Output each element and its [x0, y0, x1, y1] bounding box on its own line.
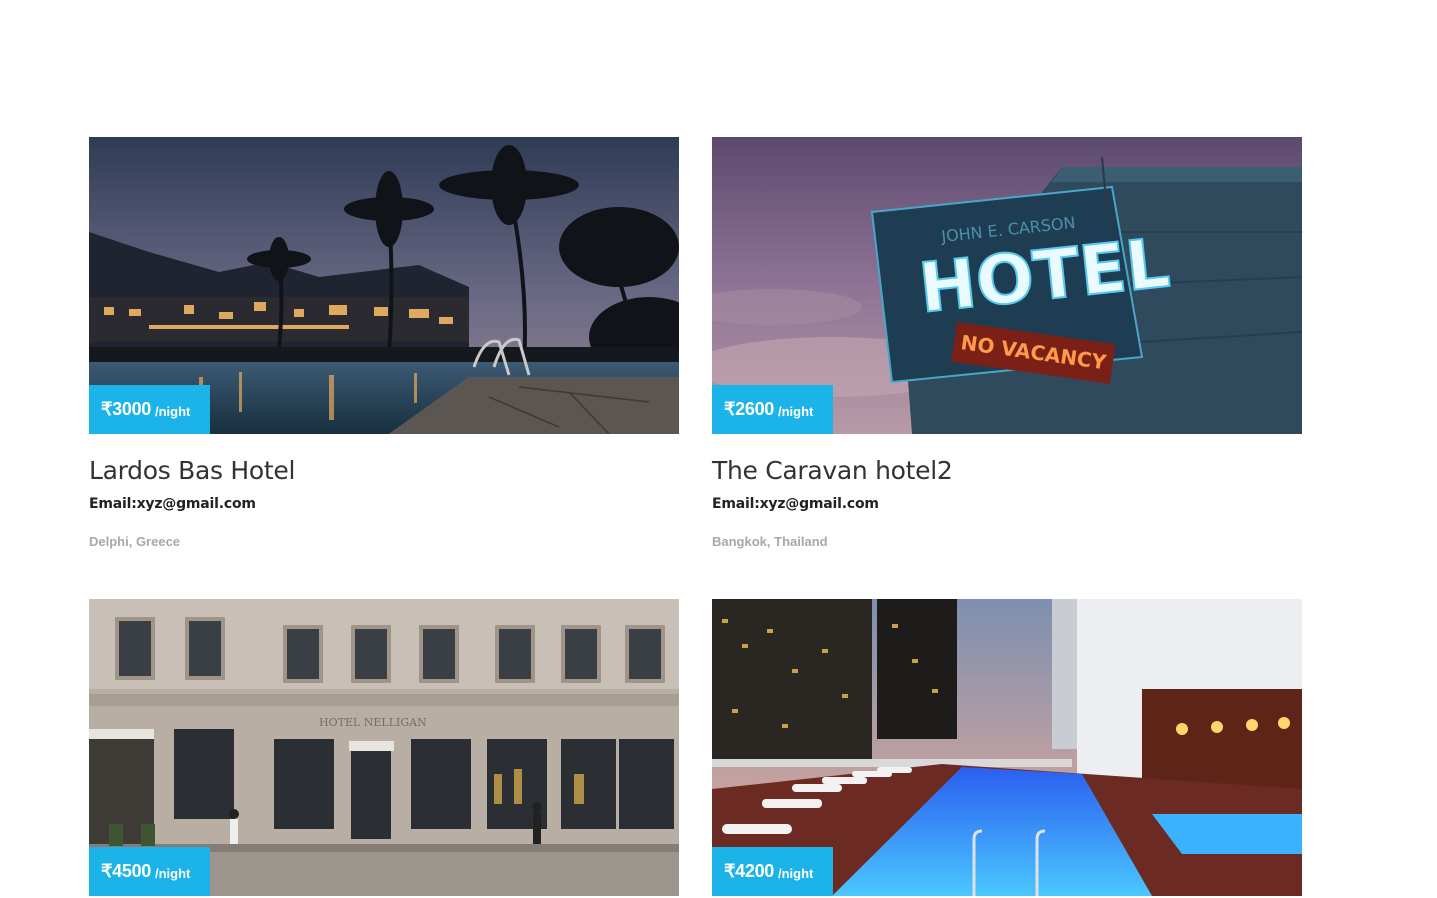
hotel-photo[interactable]: HOTEL NELLIGAN ₹4500 /night [89, 599, 679, 896]
hotel-card[interactable]: ₹3000 /night Lardos Bas Hotel Email:xyz@… [89, 137, 679, 599]
hotel-grid: ₹3000 /night Lardos Bas Hotel Email:xyz@… [89, 137, 1302, 896]
hotel-card[interactable]: HOTEL NELLIGAN ₹4500 /night [89, 599, 679, 896]
hotel-location: Bangkok, Thailand [712, 534, 828, 549]
hotel-name[interactable]: Lardos Bas Hotel [89, 456, 679, 485]
price-badge: ₹3000 /night [89, 385, 210, 434]
hotel-email: Email:xyz@gmail.com [712, 496, 879, 512]
hotel-email: Email:xyz@gmail.com [89, 496, 256, 512]
hotel-card[interactable]: ₹4200 /night [712, 599, 1302, 896]
price-unit: /night [778, 403, 814, 419]
price-amount: ₹2600 [724, 399, 774, 419]
price-unit: /night [155, 403, 191, 419]
hotel-name[interactable]: The Caravan hotel2 [712, 456, 1302, 485]
price-unit: /night [778, 865, 814, 881]
price-badge: ₹4500 /night [89, 847, 210, 896]
hotel-photo[interactable]: ₹3000 /night [89, 137, 679, 434]
price-badge: ₹2600 /night [712, 385, 833, 434]
facade-sign-text: HOTEL NELLIGAN [319, 716, 427, 729]
hotel-photo[interactable]: JOHN E. CARSON HOTEL NO VACANCY ₹2600 /n… [712, 137, 1302, 434]
price-amount: ₹3000 [101, 399, 151, 419]
price-amount: ₹4500 [101, 861, 151, 881]
price-badge: ₹4200 /night [712, 847, 833, 896]
hotel-photo[interactable]: ₹4200 /night [712, 599, 1302, 896]
hotel-location: Delphi, Greece [89, 534, 181, 549]
price-unit: /night [155, 865, 191, 881]
hotel-card[interactable]: JOHN E. CARSON HOTEL NO VACANCY ₹2600 /n… [712, 137, 1302, 599]
price-amount: ₹4200 [724, 861, 774, 881]
